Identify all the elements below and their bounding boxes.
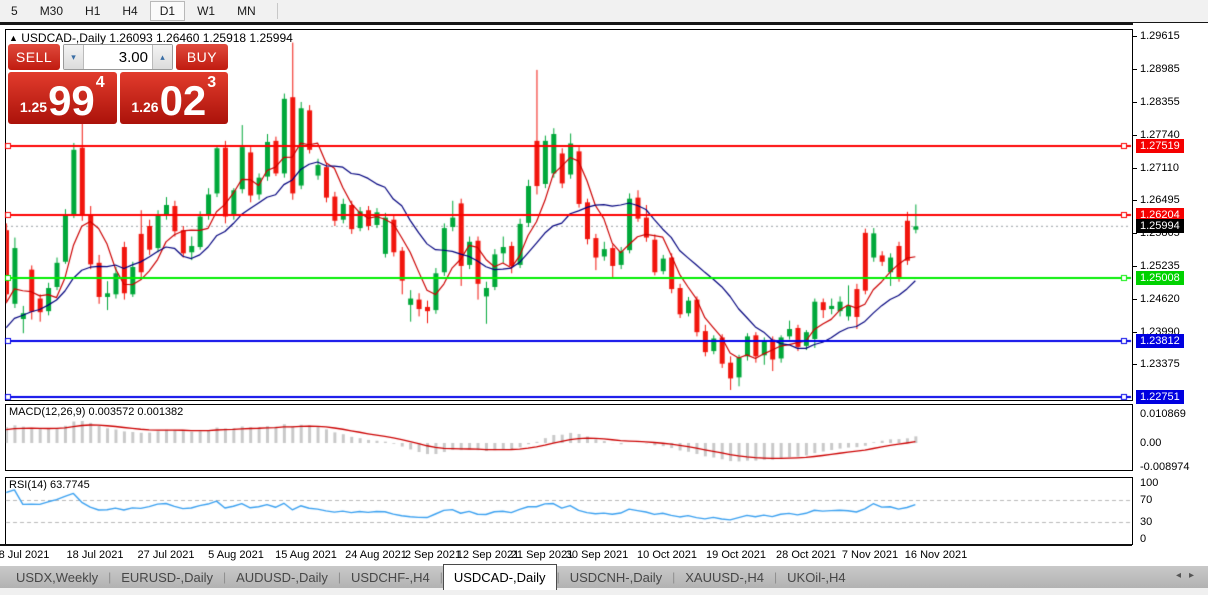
tab-scroll-arrows[interactable]: ◂▸ xyxy=(1176,570,1202,581)
date-axis-label: 8 Jul 2021 xyxy=(0,549,50,561)
buy-button[interactable]: BUY xyxy=(176,44,228,70)
chart-tab-usdx[interactable]: USDX,Weekly xyxy=(6,566,108,588)
date-axis-label: 24 Aug 2021 xyxy=(345,549,407,561)
date-axis-label: 15 Aug 2021 xyxy=(275,549,337,561)
date-axis-label: 2 Sep 2021 xyxy=(404,549,462,561)
date-axis-label: 18 Jul 2021 xyxy=(66,549,124,561)
date-axis-label: 16 Nov 2021 xyxy=(904,549,968,561)
chart-tab-usdcad[interactable]: USDCAD-,Daily xyxy=(442,564,557,590)
chart-tab-usdcnh[interactable]: USDCNH-,Daily xyxy=(560,566,672,588)
date-axis-label: 28 Oct 2021 xyxy=(776,549,836,561)
date-axis-label: 10 Oct 2021 xyxy=(637,549,697,561)
buy-price-pip-fraction: 3 xyxy=(207,74,217,91)
macd-indicator-label: MACD(12,26,9) 0.003572 0.001382 xyxy=(9,406,184,418)
chart-tab-ukoil[interactable]: UKOil-,H4 xyxy=(777,566,856,588)
price-level-badge: 1.25994 xyxy=(1136,219,1184,234)
volume-decrease-button[interactable]: ▾ xyxy=(64,45,84,69)
volume-increase-button[interactable]: ▴ xyxy=(152,45,172,69)
chart-tab-eurusd[interactable]: EURUSD-,Daily xyxy=(111,566,223,588)
date-axis-label: 30 Sep 2021 xyxy=(565,549,629,561)
chart-tab-xauusd[interactable]: XAUUSD-,H4 xyxy=(675,566,774,588)
sell-button[interactable]: SELL xyxy=(8,44,60,70)
tab-scroll-right-icon[interactable]: ▸ xyxy=(1189,570,1202,581)
rsi-indicator-label: RSI(14) 63.7745 xyxy=(9,479,90,491)
symbol-arrow-icon: ▲ xyxy=(9,33,18,43)
date-axis-label: 7 Nov 2021 xyxy=(841,549,899,561)
buy-price-big-digits: 02 xyxy=(159,77,207,124)
date-axis-label: 21 Sep 2021 xyxy=(510,549,574,561)
sell-price-big-digits: 99 xyxy=(48,77,95,124)
tab-scroll-left-icon[interactable]: ◂ xyxy=(1176,570,1189,581)
price-level-badge: 1.23812 xyxy=(1136,334,1184,348)
chart-tab-usdchf[interactable]: USDCHF-,H4 xyxy=(341,566,440,588)
chart-tab-audusd[interactable]: AUDUSD-,Daily xyxy=(226,566,338,588)
price-level-badge: 1.25008 xyxy=(1136,271,1184,286)
sell-price-pip-fraction: 4 xyxy=(95,74,105,91)
chart-tab-bar: USDX,Weekly | EURUSD-,Daily | AUDUSD-,Daily |… xyxy=(0,564,1208,590)
date-axis: 8 Jul 2021 18 Jul 2021 27 Jul 2021 5 Aug 20… xyxy=(0,546,1132,566)
buy-price-prefix: 1.26 xyxy=(131,99,159,115)
one-click-trading-widget: SELL ▾ ▴ BUY 1.25 99 4 1.26 02 3 xyxy=(8,44,228,124)
date-axis-label: 19 Oct 2021 xyxy=(706,549,766,561)
chart-title: ▲ USDCAD-,Daily 1.26093 1.26460 1.25918 … xyxy=(9,31,293,45)
sell-price-prefix: 1.25 xyxy=(19,99,48,115)
chart-ohlc-values: 1.26093 1.26460 1.25918 1.25994 xyxy=(109,31,293,45)
price-level-badge: 1.22751 xyxy=(1136,389,1184,404)
trading-app-window: 5M30H1H4D1W1MN ▲ USDCAD-,Daily 1.26093 1… xyxy=(0,0,1208,595)
date-axis-label: 27 Jul 2021 xyxy=(137,549,195,561)
price-level-badge: 1.27519 xyxy=(1136,139,1184,154)
chart-symbol-period: USDCAD-,Daily xyxy=(21,31,106,45)
buy-price-display[interactable]: 1.26 02 3 xyxy=(119,72,228,124)
volume-input[interactable] xyxy=(84,45,152,69)
sell-price-display[interactable]: 1.25 99 4 xyxy=(8,72,117,124)
date-axis-label: 5 Aug 2021 xyxy=(208,549,264,561)
